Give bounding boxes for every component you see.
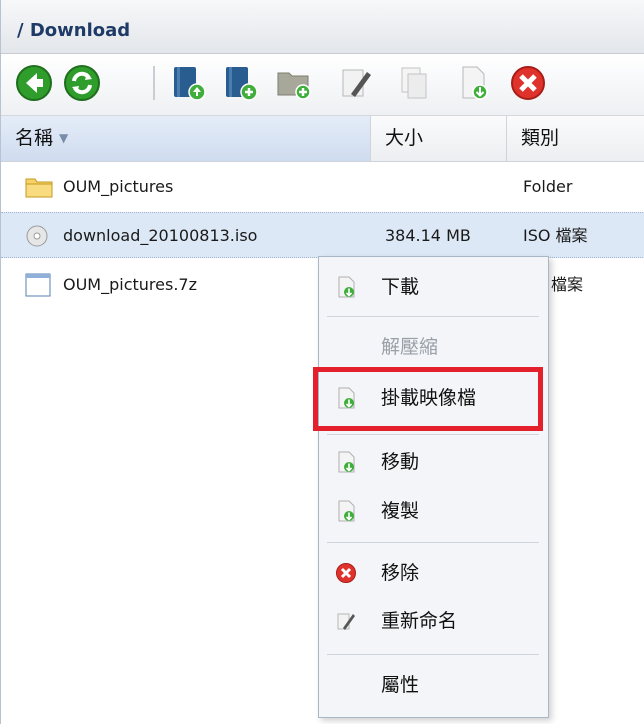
disc-icon <box>25 224 53 248</box>
new-folder-button[interactable] <box>275 64 313 102</box>
new-folder-icon <box>277 72 311 100</box>
file-row-iso[interactable]: download_20100813.iso 384.14 MB ISO 檔案 <box>1 212 644 258</box>
menu-item-copy[interactable]: 複製 <box>319 491 548 531</box>
folder-icon <box>25 175 53 199</box>
file-manager-window: / Download 名稱 ▼ 大小 類別 OUM_pictures Folde… <box>0 0 644 724</box>
menu-item-label: 複製 <box>381 500 420 522</box>
menu-separator <box>327 434 539 435</box>
breadcrumb-path[interactable]: / Download <box>17 20 130 41</box>
column-name-label: 名稱 <box>15 127 54 149</box>
upload-book-icon <box>174 67 206 101</box>
toolbar-divider <box>153 66 155 100</box>
rename-button[interactable] <box>337 64 375 102</box>
breadcrumb: / Download <box>1 0 644 54</box>
file-type: ISO 檔案 <box>523 226 588 245</box>
file-type: Folder <box>523 177 573 196</box>
file-name: OUM_pictures.7z <box>63 275 197 294</box>
menu-item-label: 移動 <box>381 451 420 473</box>
file-name: download_20100813.iso <box>63 226 258 245</box>
menu-item-label: 屬性 <box>381 674 420 696</box>
download-icon <box>335 276 357 298</box>
delete-button[interactable] <box>509 64 547 102</box>
menu-item-properties[interactable]: 屬性 <box>319 665 548 705</box>
highlight-annotation <box>313 367 543 431</box>
menu-item-download[interactable]: 下載 <box>319 267 548 307</box>
file-row-folder[interactable]: OUM_pictures Folder <box>1 164 644 210</box>
download-button[interactable] <box>455 64 493 102</box>
file-size: 384.14 MB <box>385 226 471 245</box>
download-icon <box>335 451 357 473</box>
download-file-icon <box>462 66 488 100</box>
menu-item-rename[interactable]: 重新命名 <box>319 601 548 641</box>
column-size-label: 大小 <box>385 127 424 149</box>
rename-icon <box>342 69 371 97</box>
add-button[interactable] <box>221 64 259 102</box>
menu-separator <box>327 654 539 655</box>
file-name: OUM_pictures <box>63 177 174 196</box>
file-type: 檔案 <box>551 275 584 294</box>
delete-icon <box>511 66 545 100</box>
download-icon <box>335 500 357 522</box>
toolbar <box>1 54 644 116</box>
delete-icon <box>335 562 357 584</box>
menu-item-label: 重新命名 <box>381 610 458 632</box>
menu-separator <box>327 542 539 543</box>
upload-button[interactable] <box>169 64 207 102</box>
column-header-type[interactable]: 類別 <box>507 116 644 161</box>
menu-separator <box>327 316 539 317</box>
menu-item-label: 解壓縮 <box>381 336 439 358</box>
file-icon <box>25 273 53 297</box>
column-header-row: 名稱 ▼ 大小 類別 <box>1 116 644 162</box>
back-arrow-icon <box>16 65 52 101</box>
refresh-icon <box>64 65 100 101</box>
menu-item-extract: 解壓縮 <box>319 327 548 367</box>
column-header-name[interactable]: 名稱 ▼ <box>1 116 371 161</box>
menu-item-remove[interactable]: 移除 <box>319 553 548 593</box>
column-type-label: 類別 <box>521 127 560 149</box>
copy-icon <box>401 67 427 99</box>
column-header-size[interactable]: 大小 <box>371 116 507 161</box>
menu-item-label: 下載 <box>381 276 420 298</box>
back-button[interactable] <box>15 64 53 102</box>
refresh-button[interactable] <box>63 64 101 102</box>
rename-icon <box>335 610 357 632</box>
context-menu: 下載 解壓縮 掛載映像檔 移動 複製 移除 重新命名 屬性 <box>318 256 549 718</box>
copy-button[interactable] <box>395 64 433 102</box>
sort-down-icon: ▼ <box>59 131 69 145</box>
menu-item-label: 移除 <box>381 562 420 584</box>
menu-item-move[interactable]: 移動 <box>319 442 548 482</box>
add-book-icon <box>226 67 258 101</box>
